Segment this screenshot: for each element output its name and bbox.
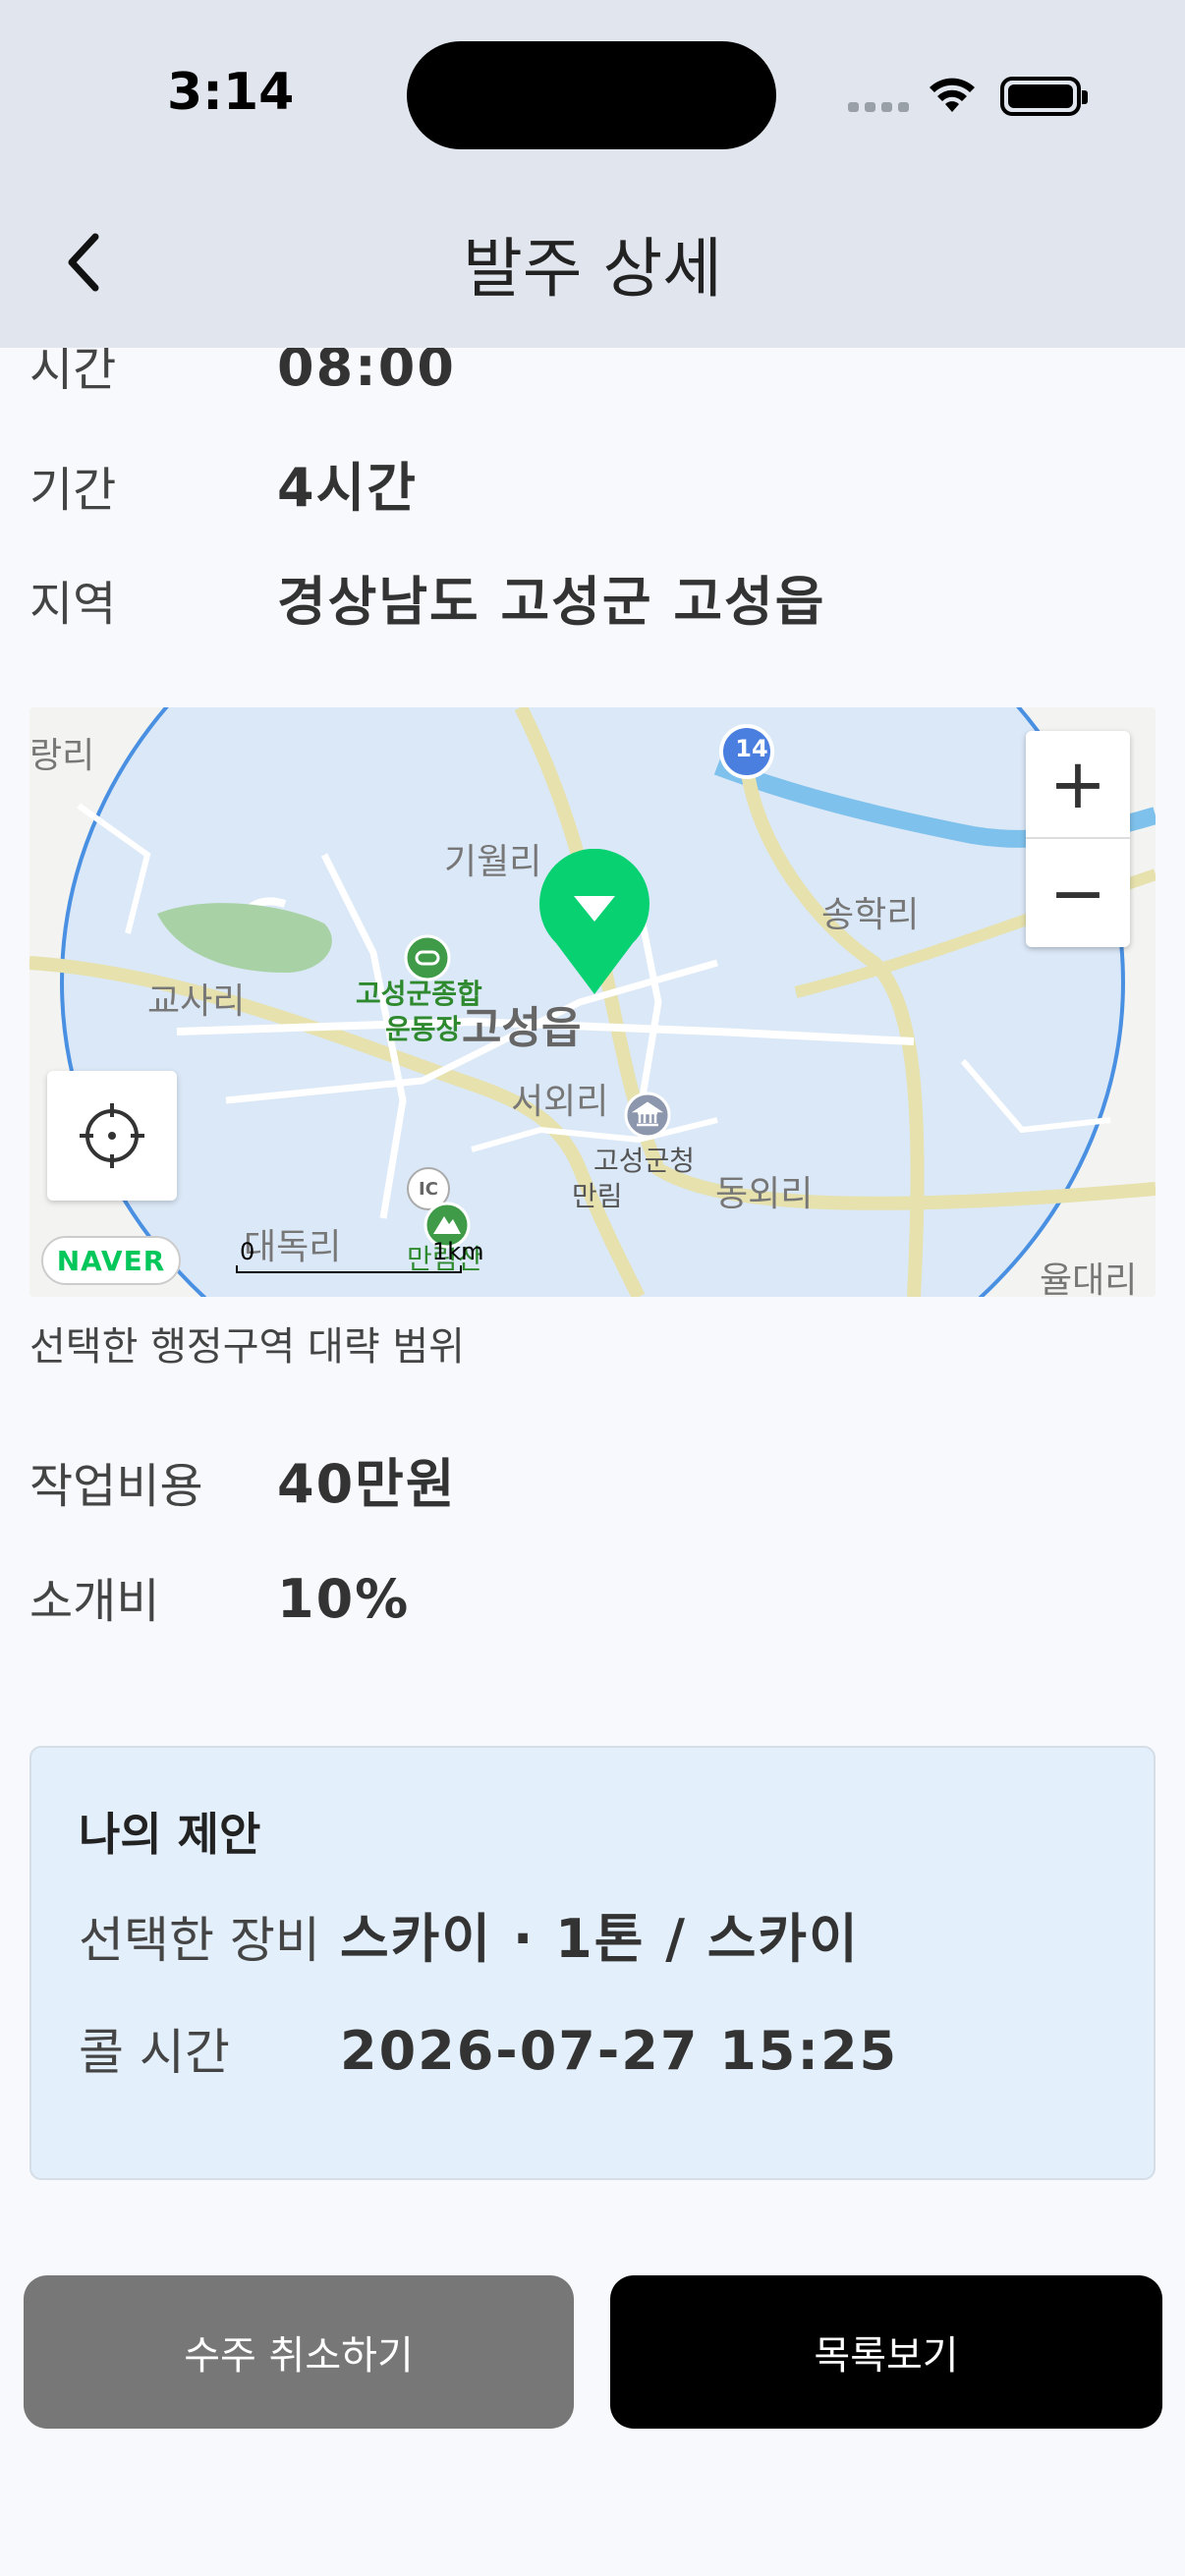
dynamic-island <box>407 41 776 149</box>
map-label-songhak: 송학리 <box>821 895 920 935</box>
status-time: 3:14 <box>167 63 295 122</box>
detail-row-referral: 소개비 10% <box>29 1562 410 1631</box>
work-cost-value: 40만원 <box>277 1453 457 1515</box>
map-label-manrim: 만림 <box>572 1180 623 1212</box>
zoom-out-button[interactable]: − <box>1026 839 1130 947</box>
call-time-value: 2026-07-27 15:25 <box>340 2020 899 2082</box>
detail-row-region: 지역 경상남도 고성군 고성읍 <box>29 558 825 636</box>
referral-value: 10% <box>277 1568 411 1630</box>
map-label-county-office: 고성군청 <box>593 1145 696 1177</box>
crosshair-icon <box>80 1103 144 1168</box>
map-label-complex2: 운동장 <box>385 1013 462 1045</box>
proposal-equipment-row: 선택한 장비 스카이 · 1톤 / 스카이 <box>79 1895 860 1973</box>
duration-label: 기간 <box>29 463 117 518</box>
scale-bar <box>236 1265 462 1273</box>
map-label-town: 고성읍 <box>462 1003 582 1053</box>
map-label-giwol: 기월리 <box>444 842 542 882</box>
proposal-call-time-row: 콜 시간 2026-07-27 15:25 <box>79 2013 898 2084</box>
equipment-label: 선택한 장비 <box>79 1912 320 1969</box>
map-label-gosa: 교사리 <box>147 981 246 1022</box>
equipment-value: 스카이 · 1톤 / 스카이 <box>340 1908 860 1970</box>
call-time-label: 콜 시간 <box>79 2024 230 2081</box>
map-caption: 선택한 행정구역 대략 범위 <box>29 1324 465 1370</box>
my-proposal-card: 나의 제안 선택한 장비 스카이 · 1톤 / 스카이 콜 시간 2026-07… <box>29 1746 1156 2180</box>
map-label-wolryang: 랑리 <box>29 736 95 776</box>
duration-value: 4시간 <box>277 457 418 519</box>
zoom-control: + − <box>1026 731 1130 947</box>
battery-icon <box>1000 77 1088 116</box>
map-label-yuldae: 율대리 <box>1040 1260 1138 1297</box>
referral-label: 소개비 <box>29 1574 160 1629</box>
region-value: 경상남도 고성군 고성읍 <box>277 571 826 633</box>
detail-row-duration: 기간 4시간 <box>29 444 418 522</box>
scale-unit: 1km <box>432 1238 484 1265</box>
zoom-in-button[interactable]: + <box>1026 731 1130 839</box>
scale-zero: 0 <box>240 1238 255 1265</box>
map-label-dongoe: 동외리 <box>715 1174 814 1214</box>
cellular-signal-icon <box>848 102 909 112</box>
work-cost-label: 작업비용 <box>29 1459 203 1514</box>
stadium-icon <box>404 934 451 981</box>
road-14-label: 14 <box>735 735 768 762</box>
map-scale: 0 1km <box>236 1238 484 1277</box>
map-view[interactable]: 14 랑리 기월리 송학리 교사리 고성군종합 운동장 고성읍 서외리 고성군청… <box>29 707 1156 1297</box>
detail-row-work-cost: 작업비용 40만원 <box>29 1440 457 1518</box>
current-location-button[interactable] <box>47 1071 177 1201</box>
map-label-seooe: 서외리 <box>511 1082 609 1122</box>
wifi-icon <box>930 78 975 112</box>
government-office-icon <box>624 1092 671 1139</box>
view-list-button[interactable]: 목록보기 <box>610 2275 1162 2429</box>
region-label: 지역 <box>29 577 117 632</box>
page-title: 발주 상세 <box>463 231 722 307</box>
location-marker-icon <box>539 849 649 994</box>
proposal-title: 나의 제안 <box>79 1808 261 1861</box>
cancel-order-button[interactable]: 수주 취소하기 <box>24 2275 574 2429</box>
ic-label: IC <box>419 1178 438 1200</box>
app-header: 3:14 발주 상세 <box>0 0 1185 348</box>
naver-logo[interactable]: NAVER <box>41 1236 181 1285</box>
